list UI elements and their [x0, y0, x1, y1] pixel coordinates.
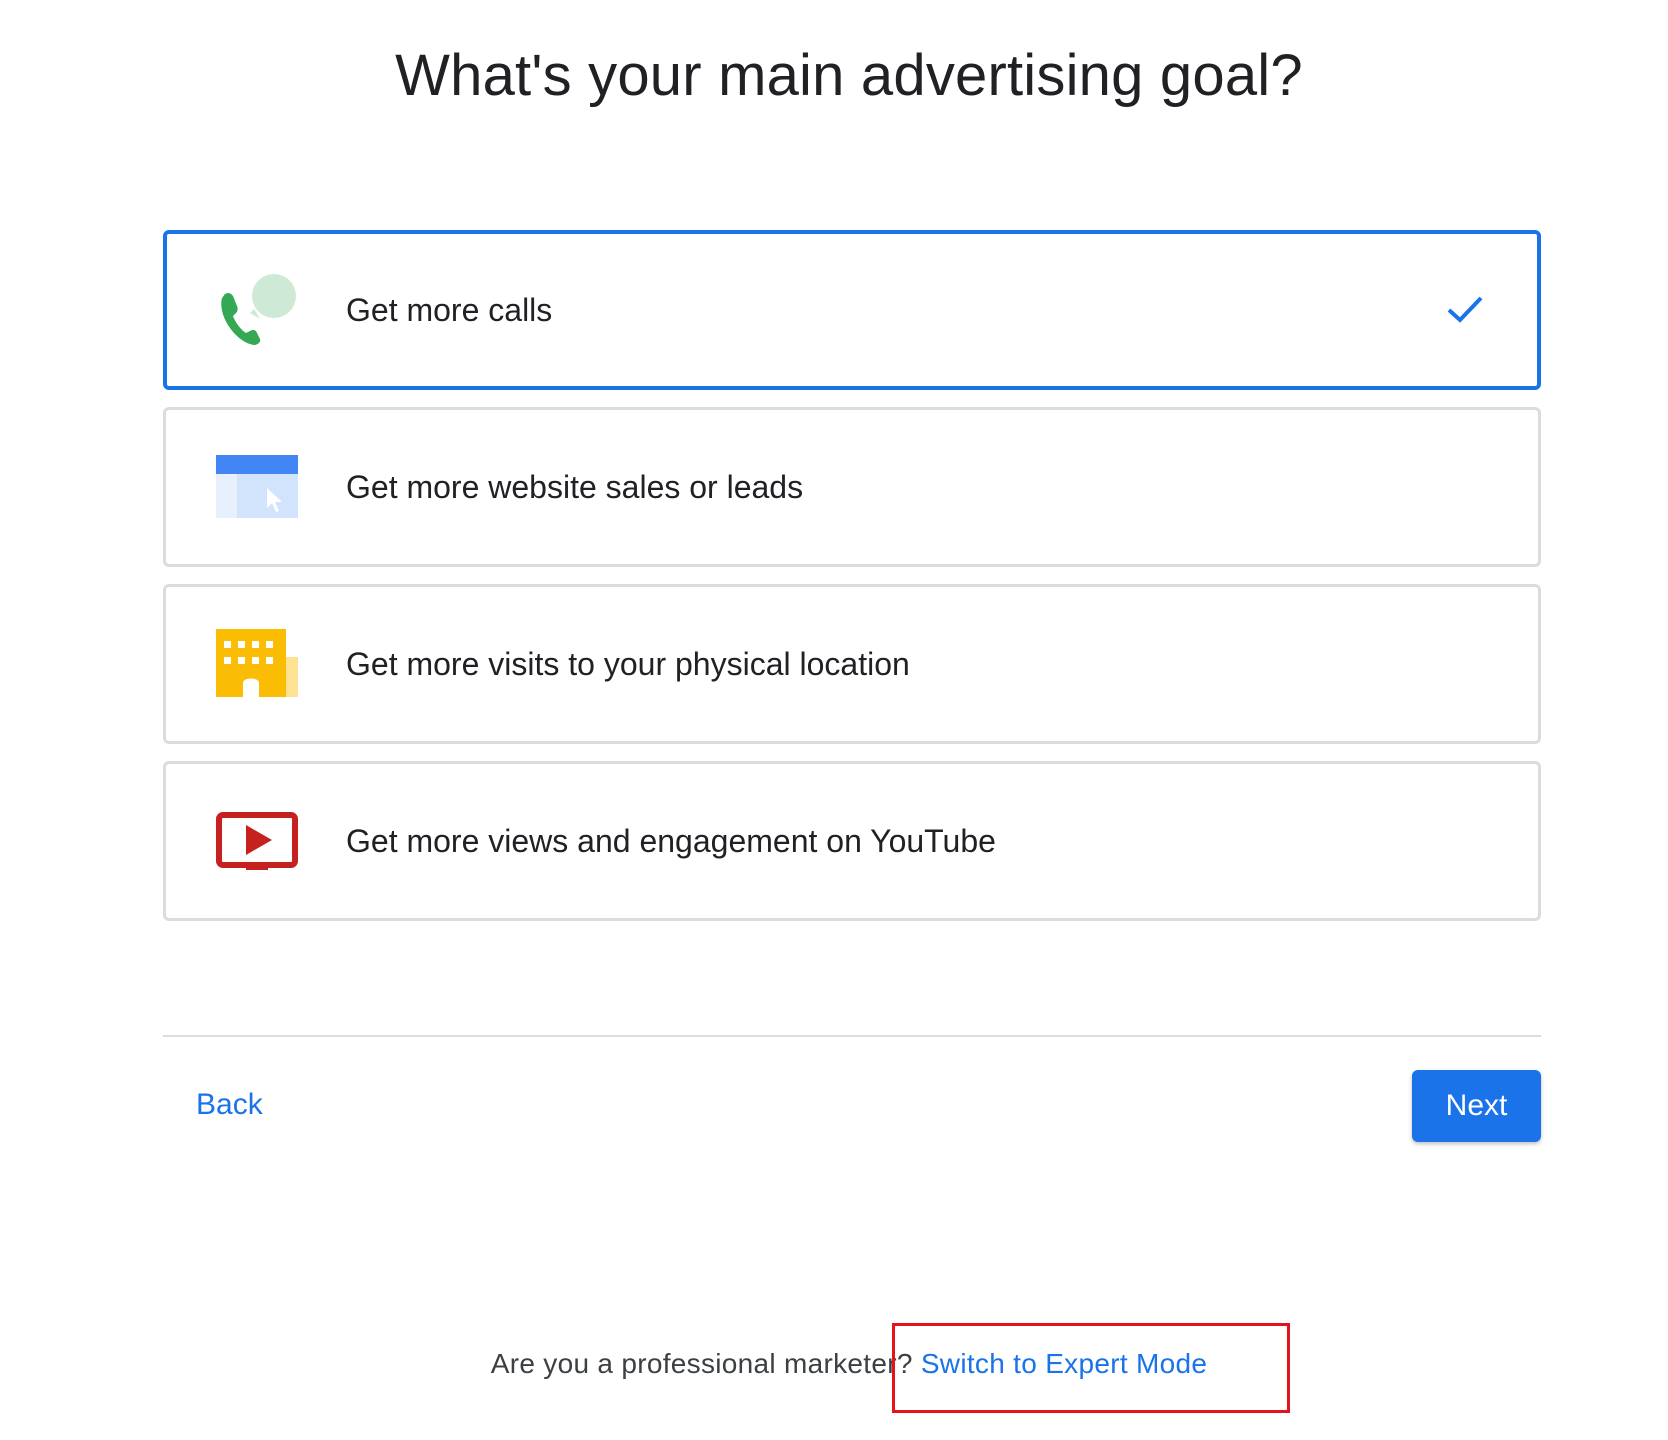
goal-option-label: Get more visits to your physical locatio…	[346, 646, 910, 682]
goal-option-calls[interactable]: Get more calls	[163, 230, 1541, 390]
goal-option-label: Get more views and engagement on YouTube	[346, 823, 996, 859]
checkmark-icon	[1445, 289, 1485, 329]
page-title: What's your main advertising goal?	[395, 43, 1303, 108]
divider	[163, 1035, 1541, 1037]
goal-option-label: Get more calls	[346, 292, 553, 328]
goal-option-location[interactable]: Get more visits to your physical locatio…	[163, 584, 1541, 744]
goal-option-youtube[interactable]: Get more views and engagement on YouTube	[163, 761, 1541, 921]
youtube-play-icon	[216, 804, 298, 876]
expert-mode-question: Are you a professional marketer?	[490, 1348, 921, 1379]
goal-selection-page: What's your main advertising goal? Get m…	[0, 0, 1668, 1440]
next-button[interactable]: Next	[1412, 1070, 1541, 1142]
goal-option-website[interactable]: Get more website sales or leads	[163, 407, 1541, 567]
phone-chat-icon	[216, 273, 298, 345]
back-button[interactable]: Back	[176, 1072, 283, 1138]
building-storefront-icon	[216, 627, 298, 699]
highlight-annotation	[892, 1323, 1290, 1413]
goal-option-label: Get more website sales or leads	[346, 469, 804, 505]
expert-mode-prompt: Are you a professional marketer? Switch …	[0, 1348, 1668, 1380]
goal-options-list: Get more calls Get more website sales or…	[163, 230, 1541, 938]
browser-cursor-icon	[216, 450, 298, 522]
